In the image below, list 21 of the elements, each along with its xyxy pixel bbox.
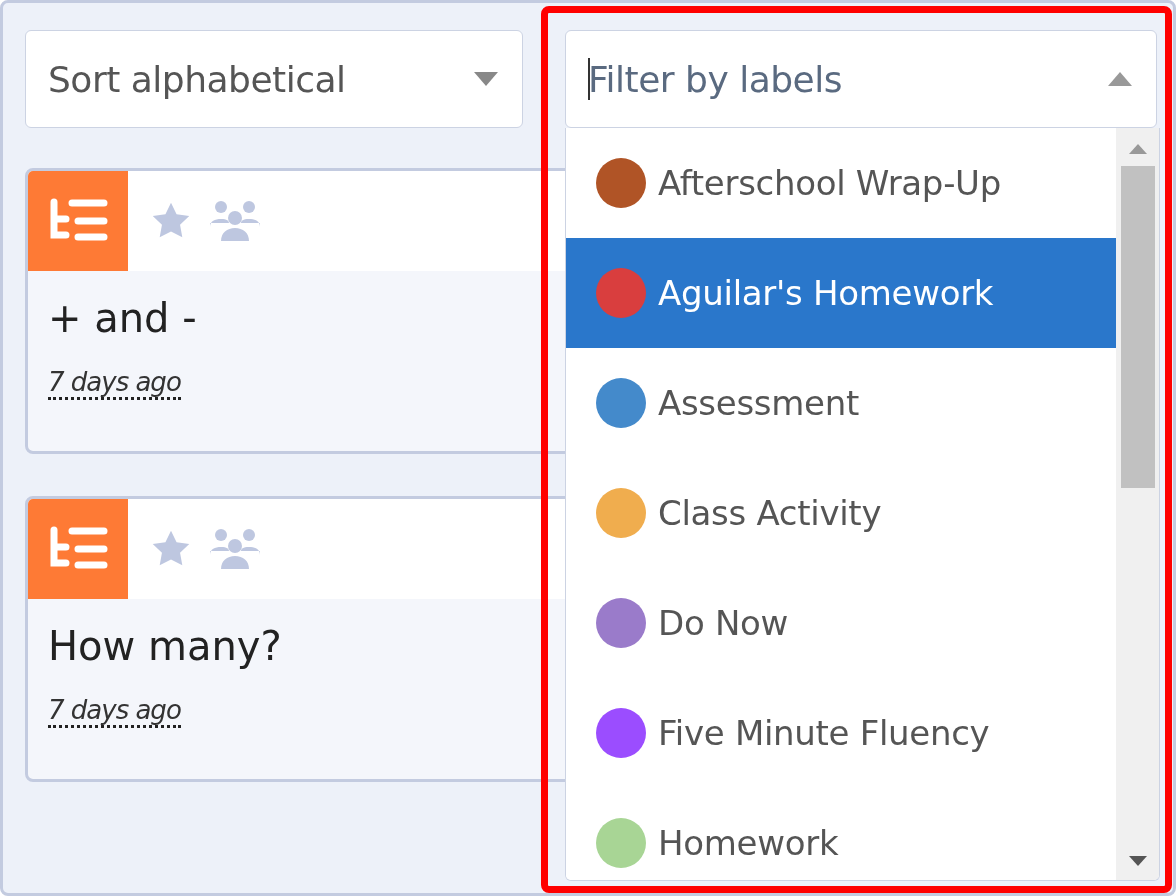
people-icon[interactable] [210, 529, 260, 569]
card-title: + and - [48, 295, 197, 341]
caret-icon [474, 72, 498, 86]
label-name: Assessment [658, 383, 859, 423]
label-name: Class Activity [658, 493, 882, 533]
label-filter-field[interactable]: Filter by labels [565, 30, 1157, 128]
card-time: 7 days ago [48, 695, 181, 728]
card-title: How many? [48, 623, 282, 669]
scrollbar[interactable] [1116, 128, 1159, 880]
label-option[interactable]: Aguilar's Homework [566, 238, 1116, 348]
scrollbar-thumb[interactable] [1120, 166, 1155, 488]
label-name: Five Minute Fluency [658, 713, 990, 753]
label-name: Do Now [658, 603, 789, 643]
scroll-up-icon[interactable] [1128, 144, 1147, 154]
sort-select[interactable]: Sort alphabetical [25, 30, 523, 128]
caret-icon [1108, 72, 1132, 86]
label-name: Aguilar's Homework [658, 273, 994, 313]
label-name: Homework [658, 823, 839, 863]
scroll-down-icon[interactable] [1128, 856, 1147, 866]
people-icon[interactable] [210, 201, 260, 241]
card-time: 7 days ago [48, 367, 181, 400]
